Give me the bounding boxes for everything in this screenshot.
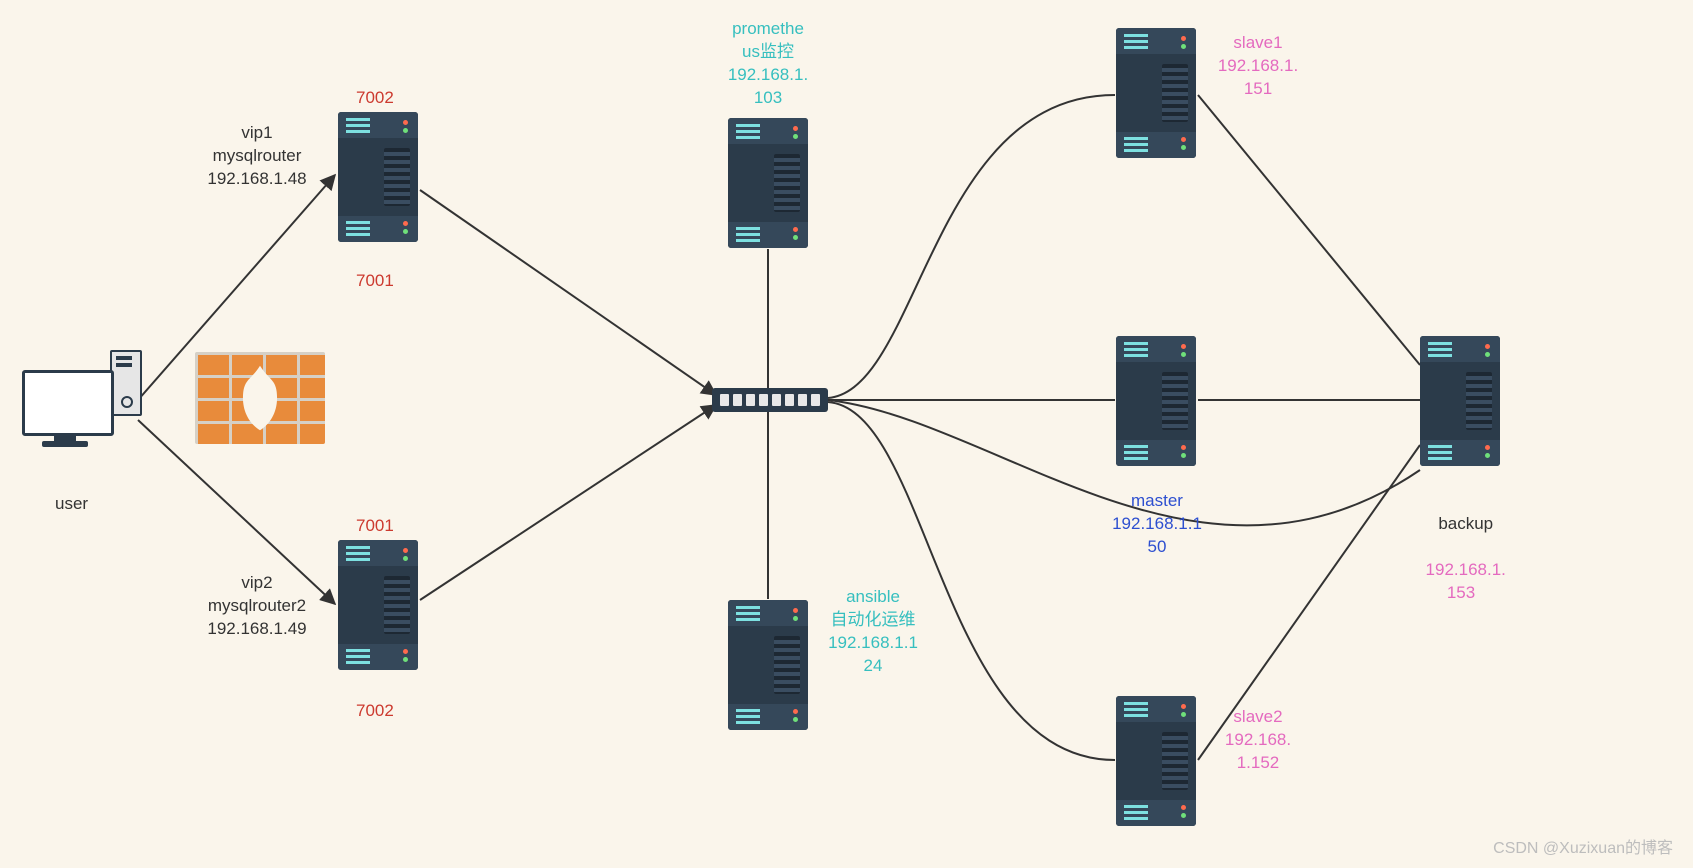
user-label: user: [55, 493, 88, 516]
network-switch-icon: [712, 388, 828, 412]
mysqlrouter1-server-icon: [338, 112, 418, 242]
user-workstation-icon: [22, 350, 142, 450]
watermark-text: CSDN @Xuzixuan的博客: [1493, 834, 1673, 858]
prometheus-label: promethe us监控 192.168.1. 103: [706, 18, 830, 110]
slave1-server-icon: [1116, 28, 1196, 158]
prometheus-server-icon: [728, 118, 808, 248]
backup-server-icon: [1420, 336, 1500, 466]
master-server-icon: [1116, 336, 1196, 466]
backup-label: backup 192.168.1. 153: [1402, 490, 1520, 605]
slave2-server-icon: [1116, 696, 1196, 826]
router2-port-bottom: 7002: [356, 700, 394, 723]
router1-label: vip1 mysqlrouter 192.168.1.48: [192, 122, 322, 191]
backup-name: backup: [1438, 514, 1493, 533]
router2-label: vip2 mysqlrouter2 192.168.1.49: [192, 572, 322, 641]
firewall-icon: [195, 352, 325, 444]
slave2-label: slave2 192.168. 1.152: [1208, 706, 1308, 775]
router1-port-top: 7002: [356, 87, 394, 110]
diagram-canvas: user 7002 7001 vip1 mysqlrouter 192.168.…: [0, 0, 1693, 868]
master-label: master 192.168.1.1 50: [1098, 490, 1216, 559]
ansible-label: ansible 自动化运维 192.168.1.1 24: [818, 586, 928, 678]
backup-ip: 192.168.1. 153: [1426, 560, 1506, 602]
mysqlrouter2-server-icon: [338, 540, 418, 670]
ansible-server-icon: [728, 600, 808, 730]
slave1-label: slave1 192.168.1. 151: [1208, 32, 1308, 101]
router1-port-bottom: 7001: [356, 270, 394, 293]
router2-port-top: 7001: [356, 515, 394, 538]
